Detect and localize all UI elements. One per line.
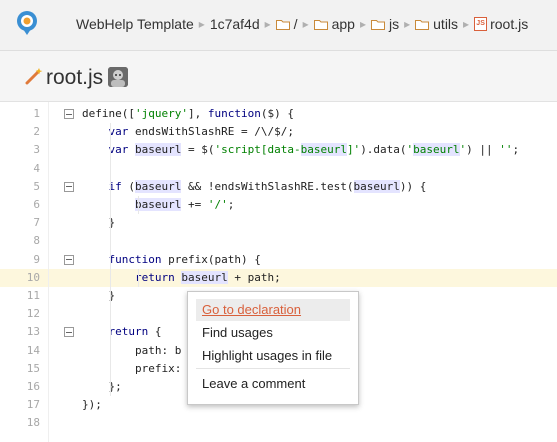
code-line[interactable]: 1 define(['jquery'], function($) {	[0, 105, 557, 123]
line-number: 17	[26, 398, 40, 412]
code-text: path: b	[82, 343, 182, 357]
top-bar: WebHelp Template ▸ 1c7af4d ▸ / ▸ app ▸ js ▸ utils ▸…	[0, 0, 557, 51]
code-text: return baseurl + path;	[134, 270, 281, 284]
context-menu: Go to declaration Find usages Highlight …	[187, 291, 359, 405]
code-text: var endsWithSlashRE = /\/$/;	[108, 125, 294, 139]
menu-item-find-usages[interactable]: Find usages	[196, 322, 350, 344]
code-line[interactable]: 8	[0, 232, 557, 250]
code-text: prefix:	[82, 361, 182, 375]
menu-item-leave-comment[interactable]: Leave a comment	[196, 373, 350, 395]
menu-divider	[196, 368, 350, 369]
magic-wand-icon	[25, 68, 43, 85]
breadcrumb-item[interactable]: js	[370, 16, 400, 32]
line-number: 5	[33, 179, 40, 193]
folder-icon	[313, 19, 328, 30]
breadcrumb-item[interactable]: /	[275, 16, 298, 32]
folder-icon	[275, 19, 290, 30]
chevron-right-icon: ▸	[264, 17, 271, 31]
breadcrumb-label: 1c7af4d	[209, 16, 260, 32]
line-number: 10	[26, 270, 40, 284]
code-text: return {	[108, 325, 162, 339]
fold-toggle-icon[interactable]	[64, 109, 74, 119]
code-line[interactable]: 3 var baseurl = $('script[data-baseurl]'…	[0, 141, 557, 159]
line-number: 4	[33, 161, 40, 175]
code-text: };	[82, 380, 122, 393]
line-number: 11	[26, 289, 40, 302]
fold-toggle-icon[interactable]	[64, 181, 74, 192]
code-line[interactable]: 5 if (baseurl && !endsWithSlashRE.test(b…	[0, 178, 557, 196]
avatar[interactable]	[108, 67, 128, 87]
line-number: 13	[26, 325, 40, 339]
line-number: 3	[33, 143, 40, 157]
line-number: 14	[26, 343, 40, 357]
code-text: define(['jquery'], function($) {	[82, 107, 294, 120]
line-number: 18	[26, 416, 40, 430]
chevron-right-icon: ▸	[302, 17, 309, 31]
code-text: function prefix(path) {	[108, 252, 261, 266]
breadcrumb: WebHelp Template ▸ 1c7af4d ▸ / ▸ app ▸ js ▸ utils ▸…	[76, 16, 528, 32]
line-number: 8	[33, 234, 40, 248]
gutter-divider	[48, 102, 49, 442]
line-number: 12	[26, 307, 40, 321]
line-number: 15	[26, 361, 40, 375]
breadcrumb-item[interactable]: utils	[415, 16, 458, 32]
code-line[interactable]: 18	[0, 414, 557, 432]
breadcrumb-item[interactable]: JS root.js	[474, 16, 528, 32]
breadcrumb-item[interactable]: WebHelp Template	[76, 16, 194, 32]
fold-toggle-icon[interactable]	[64, 327, 74, 338]
breadcrumb-label: WebHelp Template	[76, 16, 194, 32]
line-number: 2	[33, 125, 40, 139]
js-file-icon: JS	[474, 17, 488, 31]
file-title: root.js	[46, 66, 104, 89]
code-line[interactable]: 2 var endsWithSlashRE = /\/$/;	[0, 123, 557, 141]
app-logo-icon[interactable]	[14, 10, 40, 36]
code-text: var baseurl = $('script[data-baseurl]').…	[108, 143, 520, 157]
line-number: 16	[26, 380, 40, 393]
line-number: 6	[33, 198, 40, 211]
code-text: baseurl += '/';	[134, 198, 235, 211]
breadcrumb-label: utils	[433, 16, 459, 32]
code-text: });	[82, 398, 102, 412]
chevron-right-icon: ▸	[404, 17, 411, 31]
folder-icon	[415, 19, 430, 30]
code-line[interactable]: 6 baseurl += '/';	[0, 196, 557, 214]
chevron-right-icon: ▸	[198, 17, 205, 31]
chevron-right-icon: ▸	[463, 17, 470, 31]
breadcrumb-label: /	[293, 16, 298, 32]
breadcrumb-item[interactable]: 1c7af4d	[210, 16, 260, 32]
code-text: if (baseurl && !endsWithSlashRE.test(bas…	[108, 179, 427, 193]
menu-item-highlight-usages[interactable]: Highlight usages in file	[196, 345, 350, 367]
folder-icon	[370, 19, 385, 30]
breadcrumb-label: root.js	[490, 16, 529, 32]
indent-guide	[138, 268, 139, 287]
code-line[interactable]: 9 function prefix(path) {	[0, 251, 557, 269]
breadcrumb-item[interactable]: app	[313, 16, 355, 32]
breadcrumb-label: app	[331, 16, 355, 32]
indent-guide	[138, 196, 139, 215]
chevron-right-icon: ▸	[359, 17, 366, 31]
menu-item-go-to-declaration[interactable]: Go to declaration	[196, 299, 350, 321]
breadcrumb-label: js	[388, 16, 400, 32]
indent-guide	[110, 123, 111, 397]
fold-toggle-icon[interactable]	[64, 254, 74, 265]
code-line[interactable]: 10 return baseurl + path;	[0, 268, 557, 287]
code-line[interactable]: 4	[0, 160, 557, 178]
code-line[interactable]: 7 }	[0, 214, 557, 232]
line-number: 9	[33, 252, 40, 266]
line-number: 1	[33, 107, 40, 120]
line-number: 7	[33, 216, 40, 230]
